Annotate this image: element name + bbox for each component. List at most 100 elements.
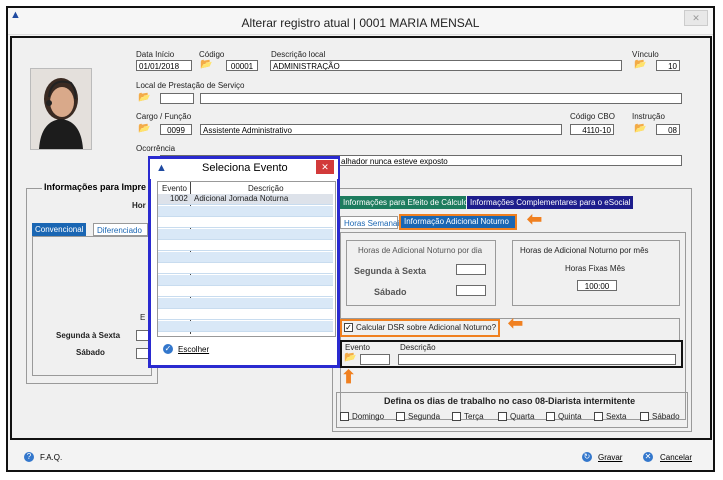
window-title: Alterar registro atual | 0001 MARIA MENS… (241, 16, 480, 30)
dia-checkbox[interactable] (594, 412, 603, 421)
codigo-label: Código (199, 50, 225, 59)
cbo-field[interactable]: 4110-10 (570, 124, 614, 135)
folder-icon[interactable]: 📂 (200, 59, 212, 70)
hor-label: Hor (132, 201, 146, 210)
e-label: E (140, 313, 146, 322)
window-close-button[interactable]: ✕ (684, 10, 708, 26)
dialog-title: Seleciona Evento (202, 162, 288, 174)
arrow-up-icon: ⬆ (341, 367, 357, 387)
codigo-field[interactable]: 00001 (226, 60, 258, 71)
por-mes-title: Horas de Adicional Noturno por mês (520, 246, 649, 255)
table-row[interactable] (158, 251, 333, 263)
ocorrencia-label: Ocorrência (136, 144, 176, 153)
cargo-desc-field[interactable]: Assistente Administrativo (200, 124, 562, 135)
descricao-cell: Adicional Jornada Noturna (194, 194, 289, 203)
dia-label: Quinta (558, 412, 582, 421)
evento-cell: 1002 (170, 194, 188, 203)
folder-icon[interactable]: 📂 (634, 59, 646, 70)
help-icon[interactable]: ? (24, 452, 34, 462)
dia-label: Sexta (606, 412, 627, 421)
table-row[interactable] (158, 320, 333, 332)
descricao-label: Descrição (400, 343, 436, 352)
por-dia-title: Horas de Adicional Noturno por dia (358, 246, 483, 255)
dia-label: Domingo (352, 412, 385, 421)
calcular-dsr-checkbox[interactable]: ✓ (344, 323, 353, 332)
table-row[interactable] (158, 217, 333, 228)
dia-checkbox[interactable] (498, 412, 507, 421)
dia-label: Segunda (408, 412, 441, 421)
left-group-title: Informações para Impre (42, 182, 149, 192)
table-row[interactable]: 1002 Adicional Jornada Noturna (158, 194, 333, 205)
segunda-sexta-label: Segunda à Sexta (56, 331, 121, 340)
arrow-left-icon: ⬅ (527, 209, 543, 229)
dia-label: Quarta (510, 412, 535, 421)
cbo-label: Código CBO (570, 112, 615, 121)
segunda-sexta-field-right[interactable] (456, 264, 486, 275)
folder-icon[interactable]: 📂 (344, 352, 356, 363)
table-row[interactable] (158, 228, 333, 240)
data-inicio-label: Data Início (136, 50, 175, 59)
segunda-sexta-label-right: Segunda à Sexta (354, 266, 427, 276)
local-prestacao-code-field[interactable] (160, 93, 194, 104)
escolher-button[interactable]: Escolher (178, 345, 209, 354)
sabado-label-right: Sábado (374, 287, 407, 297)
vinculo-label: Vínculo (632, 50, 659, 59)
data-inicio-field[interactable]: 01/01/2018 (136, 60, 192, 71)
dias-row: Domingo Segunda Terça Quarta Quinta Sexta Sába… (340, 411, 684, 423)
folder-icon[interactable]: 📂 (138, 92, 150, 103)
dia-label: Terça (464, 412, 484, 421)
horas-fixas-field[interactable]: 100:00 (577, 280, 617, 291)
dia-checkbox[interactable] (452, 412, 461, 421)
escolher-icon[interactable]: ✓ (163, 344, 173, 354)
descricao-local-label: Descrição local (271, 50, 326, 59)
gravar-button[interactable]: Gravar (598, 453, 622, 462)
tab-diferenciado[interactable]: Diferenciado (93, 223, 148, 236)
sabado-field-right[interactable] (456, 285, 486, 296)
folder-icon[interactable]: 📂 (138, 123, 150, 134)
tab-efeito-calculo[interactable]: Informações para Efeito de Cálculo (340, 196, 468, 209)
table-row[interactable] (158, 205, 333, 217)
instrucao-field[interactable]: 08 (656, 124, 680, 135)
arrow-left-icon: ⬅ (508, 313, 524, 333)
evento-descricao-field[interactable] (398, 354, 676, 365)
dia-checkbox[interactable] (546, 412, 555, 421)
title-bar: Alterar registro atual | 0001 MARIA MENS… (8, 8, 713, 35)
gravar-icon[interactable]: ↻ (582, 452, 592, 462)
defina-dias-title: Defina os dias de trabalho no caso 08-Di… (384, 396, 636, 406)
tab-esocial[interactable]: Informações Complementares para o eSocia… (467, 196, 633, 209)
employee-photo (30, 68, 92, 150)
evento-field[interactable] (360, 354, 390, 365)
col-descricao-header: Descrição (248, 184, 284, 193)
local-prestacao-desc-field[interactable] (200, 93, 682, 104)
faq-link[interactable]: F.A.Q. (40, 453, 62, 462)
sabado-label: Sábado (76, 348, 105, 357)
cancel-icon[interactable]: ✕ (643, 452, 653, 462)
local-prestacao-label: Local de Prestação de Serviço (136, 81, 245, 90)
tab-convencional[interactable]: Convencional (32, 223, 87, 236)
dia-checkbox[interactable] (640, 412, 649, 421)
app-logo-icon: ▲ (10, 9, 21, 21)
subtab-horas-semanais[interactable]: Horas Semanais (340, 216, 403, 229)
dialog-logo-icon: ▲ (156, 162, 167, 174)
cargo-label: Cargo / Função (136, 112, 192, 121)
folder-icon[interactable]: 📂 (634, 123, 646, 134)
dia-label: Sábado (652, 412, 680, 421)
table-row[interactable] (158, 286, 333, 297)
cargo-code-field[interactable]: 0099 (160, 124, 192, 135)
dia-checkbox[interactable] (396, 412, 405, 421)
dia-checkbox[interactable] (340, 412, 349, 421)
table-row[interactable] (158, 263, 333, 274)
calcular-dsr-label: Calcular DSR sobre Adicional Noturno? (356, 323, 497, 332)
descricao-local-field[interactable]: ADMINISTRAÇÃO (270, 60, 622, 71)
evento-label: Evento (345, 343, 370, 352)
vinculo-field[interactable]: 10 (656, 60, 680, 71)
table-row[interactable] (158, 240, 333, 251)
table-row[interactable] (158, 274, 333, 286)
cancelar-button[interactable]: Cancelar (660, 453, 692, 462)
col-evento-header: Evento (162, 184, 187, 193)
table-row[interactable] (158, 297, 333, 309)
dialog-close-button[interactable]: ✕ (316, 160, 334, 174)
horas-fixas-label: Horas Fixas Mês (565, 264, 626, 273)
table-row[interactable] (158, 309, 333, 320)
subtab-adicional-noturno[interactable]: Informação Adicional Noturno (399, 214, 517, 230)
